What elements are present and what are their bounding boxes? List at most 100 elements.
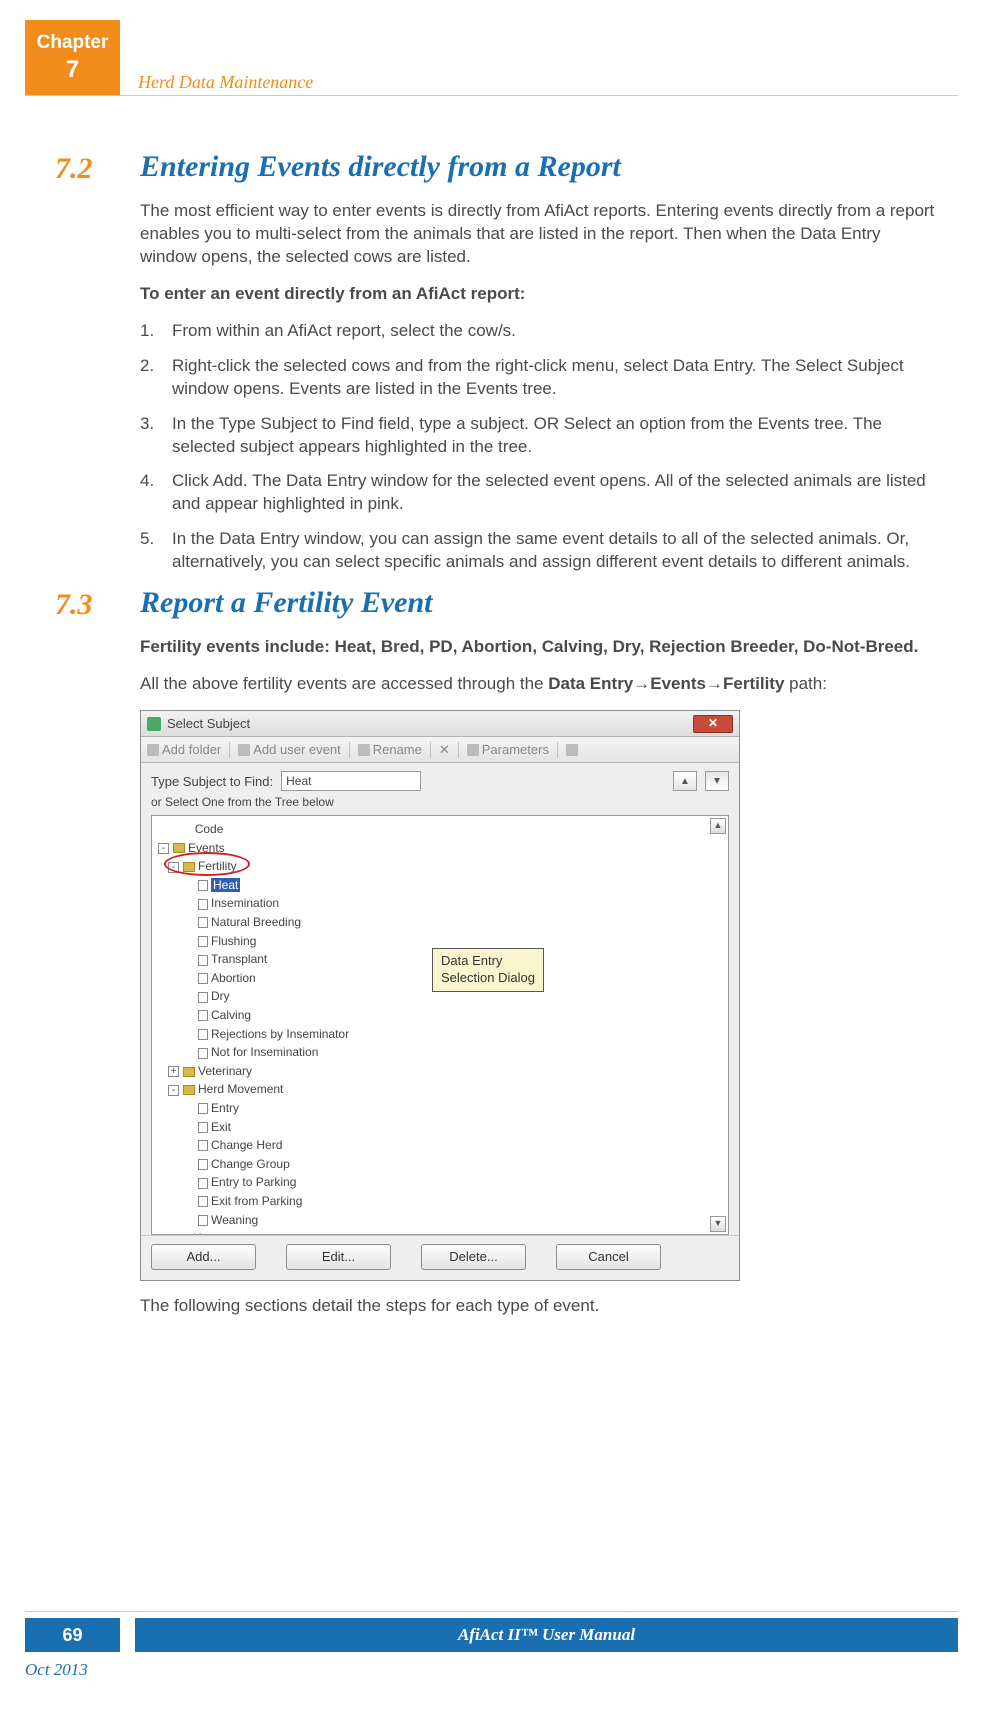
tree-row[interactable]: Exit: [158, 1118, 722, 1137]
rename-icon: [358, 744, 370, 756]
find-label: Type Subject to Find:: [151, 774, 273, 789]
path-paragraph: All the above fertility events are acces…: [140, 673, 938, 696]
tree-row[interactable]: Entry to Parking: [158, 1173, 722, 1192]
document-icon: [198, 1196, 208, 1207]
list-item: 3.In the Type Subject to Find field, typ…: [140, 413, 938, 459]
section-number: 7.3: [55, 586, 140, 622]
document-icon: [198, 1048, 208, 1059]
document-icon: [198, 880, 208, 891]
add-folder-button[interactable]: Add folder: [147, 742, 221, 757]
folder-icon: [183, 1067, 195, 1077]
page-content: 7.2 Entering Events directly from a Repo…: [55, 150, 938, 1332]
folder-icon: [173, 843, 185, 853]
tree-row[interactable]: -Herd Movement: [158, 1080, 722, 1099]
close-icon[interactable]: ✕: [693, 715, 733, 733]
tree-row[interactable]: Not for Insemination: [158, 1043, 722, 1062]
document-icon: [198, 973, 208, 984]
find-prev-button[interactable]: ▲: [673, 771, 697, 791]
document-icon: [198, 1010, 208, 1021]
dialog-title: Select Subject: [167, 716, 250, 731]
document-icon: [198, 1215, 208, 1226]
document-icon: [198, 1029, 208, 1040]
find-next-button[interactable]: ▲: [705, 771, 729, 791]
section-7-2-body: The most efficient way to enter events i…: [140, 200, 938, 574]
procedure-heading: To enter an event directly from an AfiAc…: [140, 283, 938, 306]
document-icon: [198, 1178, 208, 1189]
annotation-callout: Data Entry Selection Dialog: [432, 948, 544, 992]
tree-row[interactable]: Change Group: [158, 1155, 722, 1174]
chapter-tab: Chapter 7: [25, 20, 120, 95]
cancel-button[interactable]: Cancel: [556, 1244, 661, 1270]
chapter-number: 7: [25, 56, 120, 84]
section-title: Report a Fertility Event: [140, 586, 433, 622]
find-input[interactable]: Heat: [281, 771, 421, 791]
footer-title: AfiAct II™ User Manual: [135, 1618, 958, 1652]
tree-row[interactable]: -Fertility: [158, 857, 722, 876]
scroll-down-button[interactable]: ▼: [710, 1216, 726, 1232]
dialog-titlebar: Select Subject ✕: [141, 711, 739, 737]
section-7-2-heading: 7.2 Entering Events directly from a Repo…: [55, 150, 938, 186]
document-icon: [198, 936, 208, 947]
folder-icon: [147, 744, 159, 756]
folder-icon: [183, 1085, 195, 1095]
procedure-steps: 1.From within an AfiAct report, select t…: [140, 320, 938, 574]
tree-row[interactable]: Code: [158, 820, 722, 839]
footer-date: Oct 2013: [25, 1660, 88, 1680]
document-icon: [198, 1140, 208, 1151]
list-item: 2.Right-click the selected cows and from…: [140, 355, 938, 401]
tree-row[interactable]: +Veterinary: [158, 1062, 722, 1081]
tree-row[interactable]: Heat: [158, 876, 722, 895]
select-subject-dialog: Select Subject ✕ Add folder Add user eve…: [140, 710, 740, 1281]
document-icon: [198, 955, 208, 966]
after-figure-text: The following sections detail the steps …: [140, 1295, 938, 1318]
tree-row[interactable]: User: [158, 1229, 722, 1235]
footer-rule: [25, 1611, 958, 1612]
tree-row[interactable]: -Events: [158, 839, 722, 858]
section-title: Entering Events directly from a Report: [140, 150, 621, 186]
section-number: 7.2: [55, 150, 140, 186]
document-icon: [198, 1159, 208, 1170]
list-item: 1.From within an AfiAct report, select t…: [140, 320, 938, 343]
folder-icon: [178, 1234, 190, 1235]
tree-row[interactable]: Entry: [158, 1099, 722, 1118]
rename-button[interactable]: Rename: [358, 742, 422, 757]
list-item: 5.In the Data Entry window, you can assi…: [140, 528, 938, 574]
parameters-button[interactable]: Parameters: [467, 742, 549, 757]
delete-button[interactable]: Delete...: [421, 1244, 526, 1270]
tree-row[interactable]: Exit from Parking: [158, 1192, 722, 1211]
find-row: Type Subject to Find: Heat ▲ ▲: [151, 771, 729, 791]
dialog-body: Type Subject to Find: Heat ▲ ▲ or Select…: [141, 763, 739, 1235]
options-icon: [566, 744, 578, 756]
section-7-3-heading: 7.3 Report a Fertility Event: [55, 586, 938, 622]
folder-icon: [183, 862, 195, 872]
find-subtext: or Select One from the Tree below: [151, 795, 729, 809]
extra-button[interactable]: [566, 744, 578, 756]
top-rule: [25, 95, 958, 96]
document-icon: [198, 1103, 208, 1114]
document-icon: [198, 917, 208, 928]
delete-toolbar-button[interactable]: ✕: [439, 742, 450, 758]
dialog-buttons: Add... Edit... Delete... Cancel: [141, 1235, 739, 1280]
scroll-up-button[interactable]: ▲: [710, 818, 726, 834]
tree-row[interactable]: Change Herd: [158, 1136, 722, 1155]
window-icon: [147, 717, 161, 731]
add-button[interactable]: Add...: [151, 1244, 256, 1270]
add-user-event-button[interactable]: Add user event: [238, 742, 340, 757]
edit-button[interactable]: Edit...: [286, 1244, 391, 1270]
tree-row[interactable]: Calving: [158, 1006, 722, 1025]
document-icon: [238, 744, 250, 756]
list-item: 4.Click Add. The Data Entry window for t…: [140, 470, 938, 516]
tree-row[interactable]: Rejections by Inseminator: [158, 1025, 722, 1044]
gear-icon: [467, 744, 479, 756]
breadcrumb: Herd Data Maintenance: [138, 72, 313, 93]
document-icon: [198, 899, 208, 910]
document-icon: [198, 1122, 208, 1133]
tree-row[interactable]: Insemination: [158, 894, 722, 913]
section-7-3-body: Fertility events include: Heat, Bred, PD…: [140, 636, 938, 696]
chapter-label: Chapter: [25, 32, 120, 54]
subject-tree[interactable]: Data Entry Selection Dialog ▲ ▼ Code -Ev…: [151, 815, 729, 1235]
tree-row[interactable]: Weaning: [158, 1211, 722, 1230]
tree-row[interactable]: Natural Breeding: [158, 913, 722, 932]
document-icon: [198, 992, 208, 1003]
page-number: 69: [25, 1618, 120, 1652]
